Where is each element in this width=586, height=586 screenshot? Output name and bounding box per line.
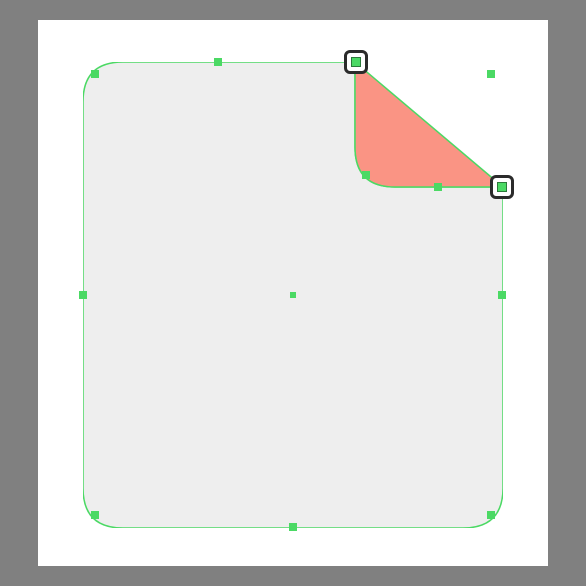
center-point[interactable] [290, 292, 296, 298]
anchor-fold-right[interactable] [490, 175, 514, 199]
anchor-inner-icon [497, 182, 507, 192]
anchor-inner-icon [351, 57, 361, 67]
artboard[interactable] [38, 20, 548, 566]
handle-fold-inner[interactable] [362, 171, 370, 179]
document-fold-path[interactable] [355, 62, 503, 187]
handle-fold-bottom-mid[interactable] [434, 183, 442, 191]
anchor-fold-top[interactable] [344, 50, 368, 74]
handle-bottom-left[interactable] [91, 511, 99, 519]
handle-top-mid[interactable] [214, 58, 222, 66]
handle-right-mid[interactable] [498, 291, 506, 299]
canvas[interactable] [38, 20, 548, 566]
handle-top-right[interactable] [487, 70, 495, 78]
handle-left-mid[interactable] [79, 291, 87, 299]
handle-top-left[interactable] [91, 70, 99, 78]
handle-bottom-mid[interactable] [289, 523, 297, 531]
handle-bottom-right[interactable] [487, 511, 495, 519]
